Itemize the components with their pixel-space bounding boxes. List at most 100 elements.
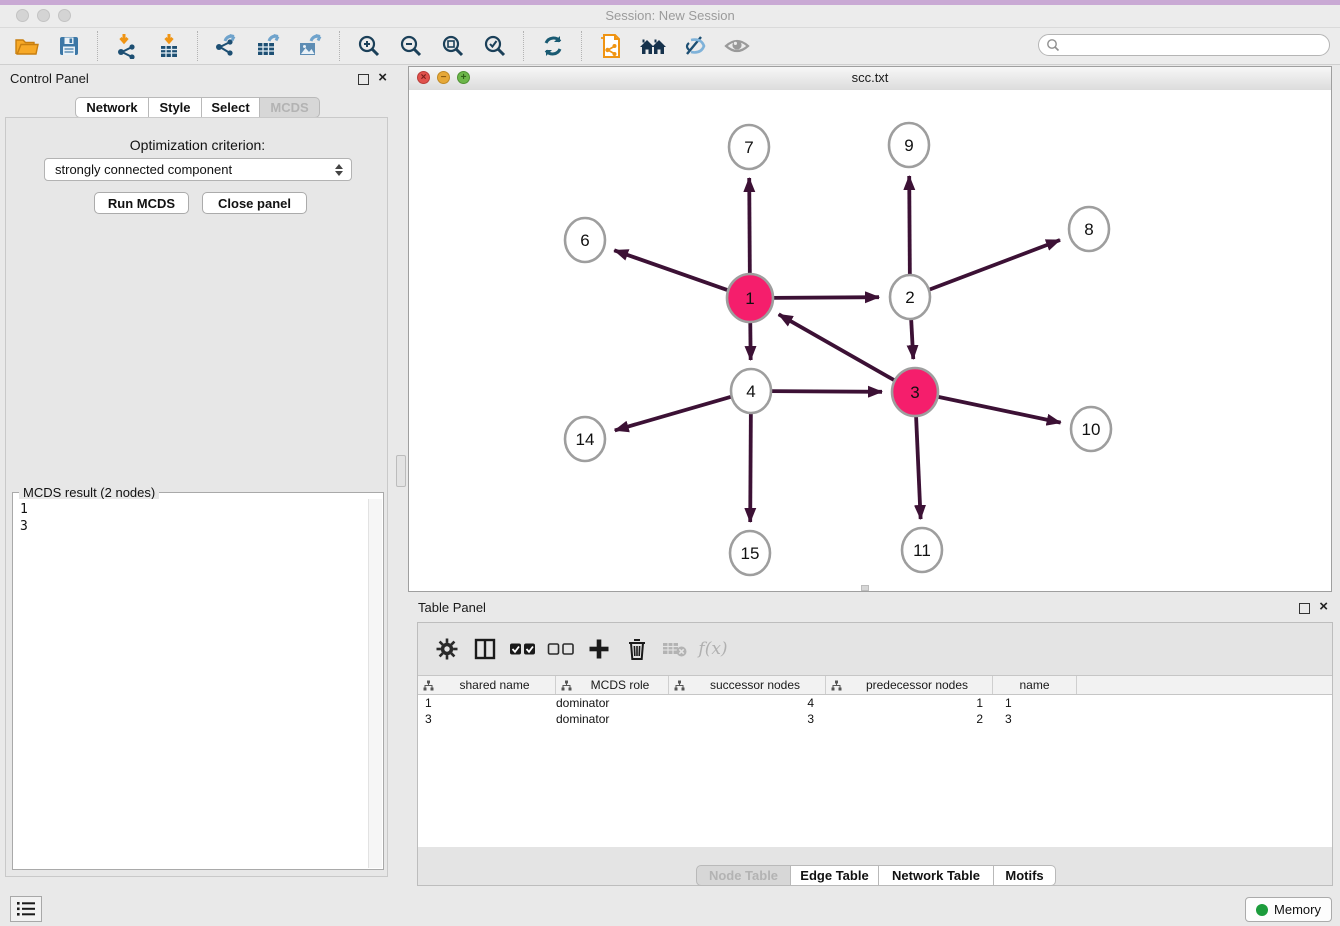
save-session-button[interactable] — [48, 30, 90, 62]
graph-edge-3-10[interactable] — [937, 397, 1061, 423]
delete-column-button[interactable] — [618, 631, 656, 667]
memory-button[interactable]: Memory — [1245, 897, 1332, 922]
view-resize-grip[interactable] — [861, 585, 869, 591]
graph-edge-1-7[interactable] — [749, 178, 750, 276]
delete-table-button[interactable] — [656, 631, 694, 667]
table-row[interactable]: 1dominator411 — [418, 695, 1332, 711]
graph-edge-3-11[interactable] — [916, 414, 921, 519]
refresh-button[interactable] — [532, 30, 574, 62]
select-all-button[interactable] — [504, 631, 542, 667]
graph-node-label: 2 — [905, 288, 914, 307]
control-panel-header: Control Panel × — [0, 66, 395, 92]
graph-edge-2-3[interactable] — [911, 317, 913, 359]
graph-edge-4-3[interactable] — [771, 391, 882, 392]
zoom-selected-icon — [482, 33, 508, 59]
criterion-select-value: strongly connected component — [45, 162, 331, 177]
run-mcds-button[interactable]: Run MCDS — [94, 192, 189, 214]
export-table-button[interactable] — [248, 30, 290, 62]
float-panel-icon[interactable] — [1299, 603, 1310, 614]
network-window-titlebar[interactable]: × − + scc.txt — [409, 67, 1331, 91]
new-network-file-button[interactable] — [590, 30, 632, 62]
graph-edge-2-8[interactable] — [929, 240, 1060, 290]
import-table-button[interactable] — [148, 30, 190, 62]
graph-node-1[interactable]: 1 — [727, 274, 773, 322]
graph-edge-4-15[interactable] — [750, 411, 751, 522]
zoom-selected-button[interactable] — [474, 30, 516, 62]
graph-node-14[interactable]: 14 — [565, 417, 605, 461]
float-panel-icon[interactable] — [358, 74, 369, 85]
graph-node-4[interactable]: 4 — [731, 369, 771, 413]
graph-node-label: 11 — [913, 541, 931, 560]
graph-node-11[interactable]: 11 — [902, 528, 942, 572]
search-input[interactable] — [1060, 36, 1329, 54]
zoom-in-button[interactable] — [348, 30, 390, 62]
graph-node-label: 9 — [904, 136, 913, 155]
tab-edge-table[interactable]: Edge Table — [791, 865, 879, 886]
graph-node-10[interactable]: 10 — [1071, 407, 1111, 451]
graph-node-3[interactable]: 3 — [892, 368, 938, 416]
column-header-predecessor-nodes[interactable]: predecessor nodes — [826, 676, 993, 694]
show-column-panel-button[interactable] — [466, 631, 504, 667]
task-history-button[interactable] — [10, 896, 42, 922]
graph-node-15[interactable]: 15 — [730, 531, 770, 575]
graph-edge-1-6[interactable] — [614, 250, 729, 290]
function-builder-button[interactable]: f(x) — [694, 631, 732, 667]
graph-node-label: 14 — [576, 430, 595, 449]
hide-graphics-details-icon — [681, 34, 709, 58]
toolbar-separator — [523, 31, 525, 61]
column-header-name[interactable]: name — [993, 676, 1077, 694]
close-panel-button[interactable]: Close panel — [202, 192, 307, 214]
network-graph[interactable]: 7 9 6 8 1 2 4 3 14 10 15 11 — [409, 90, 1331, 591]
result-line: 1 — [20, 501, 369, 518]
close-panel-icon[interactable]: × — [1319, 598, 1328, 616]
graph-node-label: 7 — [744, 138, 753, 157]
graph-edge-3-1[interactable] — [779, 314, 896, 381]
table-cell: 1 — [826, 696, 993, 710]
deselect-all-button[interactable] — [542, 631, 580, 667]
hide-graphics-details-button[interactable] — [674, 30, 716, 62]
criterion-select[interactable]: strongly connected component — [44, 158, 352, 181]
home-button[interactable] — [632, 30, 674, 62]
search-box[interactable] — [1038, 34, 1330, 56]
add-column-button[interactable] — [580, 631, 618, 667]
tab-network[interactable]: Network — [75, 97, 149, 118]
graph-node-9[interactable]: 9 — [889, 123, 929, 167]
export-image-button[interactable] — [290, 30, 332, 62]
network-canvas[interactable]: 7 9 6 8 1 2 4 3 14 10 15 11 — [409, 90, 1331, 591]
column-header-mcds-role[interactable]: MCDS role — [556, 676, 669, 694]
tab-network-table[interactable]: Network Table — [879, 865, 994, 886]
tab-select[interactable]: Select — [202, 97, 260, 118]
mcds-result-text[interactable]: 1 3 — [14, 499, 369, 868]
zoom-fit-button[interactable] — [432, 30, 474, 62]
tab-motifs[interactable]: Motifs — [994, 865, 1056, 886]
column-header-shared-name[interactable]: shared name — [418, 676, 556, 694]
graph-node-7[interactable]: 7 — [729, 125, 769, 169]
zoom-in-icon — [356, 33, 382, 59]
graph-edge-2-9[interactable] — [909, 176, 910, 277]
tab-style[interactable]: Style — [149, 97, 202, 118]
gear-icon — [435, 637, 459, 661]
show-eye-button[interactable] — [716, 30, 758, 62]
panel-split-grip[interactable] — [396, 455, 406, 487]
column-header-successor-nodes[interactable]: successor nodes — [669, 676, 826, 694]
close-panel-icon[interactable]: × — [378, 69, 387, 87]
tab-node-table[interactable]: Node Table — [696, 865, 791, 886]
graph-node-2[interactable]: 2 — [890, 275, 930, 319]
table-row[interactable]: 3dominator323 — [418, 711, 1332, 727]
zoom-out-button[interactable] — [390, 30, 432, 62]
table-cell: 3 — [993, 712, 1077, 726]
graph-edge-1-2[interactable] — [772, 297, 879, 298]
import-network-button[interactable] — [106, 30, 148, 62]
graph-node-6[interactable]: 6 — [565, 218, 605, 262]
tab-mcds[interactable]: MCDS — [260, 97, 320, 118]
table-toolbar: f(x) — [418, 623, 1332, 675]
network-view-window: × − + scc.txt 7 9 6 8 1 2 4 3 14 10 15 11 — [408, 66, 1332, 592]
table-cell: 1 — [993, 696, 1077, 710]
graph-edge-4-14[interactable] — [615, 397, 732, 431]
graph-node-8[interactable]: 8 — [1069, 207, 1109, 251]
result-scrollbar[interactable] — [368, 499, 382, 868]
export-network-button[interactable] — [206, 30, 248, 62]
table-cell: 3 — [418, 712, 556, 726]
table-settings-button[interactable] — [428, 631, 466, 667]
open-session-button[interactable] — [6, 30, 48, 62]
